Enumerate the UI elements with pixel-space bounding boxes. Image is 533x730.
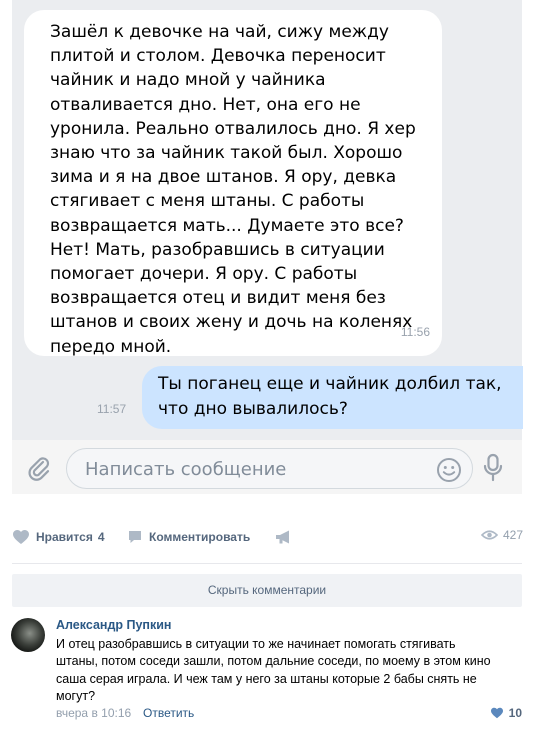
- comment-label: Комментировать: [149, 530, 251, 544]
- post-actions-bar: Нравится 4 Комментировать 427: [0, 520, 533, 552]
- comment-like-count: 10: [508, 706, 522, 720]
- message-line: помогает дочери. Я ору. С работы: [50, 264, 358, 285]
- megaphone-icon: [276, 530, 289, 544]
- message-line: передо мной.: [50, 336, 172, 357]
- message-line: возвращается мать... Думаете это все?: [50, 215, 404, 236]
- heart-icon: [490, 707, 503, 719]
- comment-button[interactable]: Комментировать: [127, 528, 250, 546]
- message-composer: Написать сообщение: [12, 440, 522, 494]
- like-count: 4: [97, 530, 105, 544]
- like-button[interactable]: Нравится 4: [12, 528, 105, 546]
- outgoing-message-bubble: Ты поганец еще и чайник долбил так, что …: [142, 366, 523, 429]
- comment-icon: [129, 531, 141, 543]
- paperclip-icon[interactable]: [26, 455, 52, 481]
- message-line: Ты поганец еще и чайник долбил так,: [158, 374, 502, 394]
- heart-icon: [13, 530, 29, 544]
- avatar[interactable]: [11, 618, 45, 652]
- message-line: стягивает с меня штаны. С работы: [50, 191, 365, 212]
- message-line: уронила. Реально отвалилось дно. Я хер: [50, 118, 416, 139]
- message-line: знаю что за чайник такой был. Хорошо: [50, 143, 403, 164]
- comment-text-line: штаны, потом соседи зашли, потом дальние…: [56, 654, 491, 669]
- outgoing-message-time: 11:57: [97, 402, 127, 416]
- divider: [12, 563, 522, 564]
- comment-like-button[interactable]: 10: [490, 706, 522, 720]
- message-line: что дно вывалилось?: [158, 398, 348, 419]
- message-input[interactable]: Написать сообщение: [66, 448, 473, 489]
- incoming-message-bubble: Зашёл к девочке на чай, сижу между плито…: [24, 10, 442, 357]
- like-label: Нравится: [36, 530, 93, 544]
- message-line: Зашёл к девочке на чай, сижу между: [50, 22, 389, 42]
- share-button[interactable]: [275, 528, 299, 546]
- message-line: возвращается отец и видит меня без: [50, 288, 386, 309]
- message-line: Нет! Мать, разобравшись в ситуации: [50, 239, 385, 260]
- views-count: 427: [502, 528, 523, 542]
- microphone-icon[interactable]: [482, 453, 504, 483]
- comment-date[interactable]: вчера в 10:16: [56, 706, 131, 720]
- message-line: отваливается дно. Нет, она его не: [50, 94, 361, 115]
- emoji-icon[interactable]: [436, 457, 462, 483]
- comment-text-line: саша серая играла. И чеж там у него за ш…: [56, 671, 477, 686]
- reply-button[interactable]: Ответить: [143, 706, 194, 720]
- message-line: чайник и надо мной у чайника: [50, 70, 326, 91]
- views-counter: 427: [480, 528, 523, 542]
- comment-text-line: могут?: [56, 688, 96, 703]
- eye-icon: [480, 530, 498, 540]
- chat-screenshot: Зашёл к девочке на чай, сижу между плито…: [12, 0, 523, 440]
- comment-text-line: И отец разобравшись в ситуации то же нач…: [56, 637, 456, 651]
- hide-comments-button[interactable]: Скрыть комментарии: [12, 574, 522, 607]
- comment-text: И отец разобравшись в ситуации то же нач…: [56, 636, 518, 705]
- message-line: плитой и столом. Девочка переносит: [50, 46, 386, 67]
- incoming-message-time: 11:56: [400, 324, 430, 339]
- message-line: зима и я на двое штанов. Я ору, девка: [50, 167, 397, 188]
- comment-author[interactable]: Александр Пупкин: [56, 618, 171, 632]
- message-input-placeholder: Написать сообщение: [85, 459, 287, 480]
- message-line: штанов и своих жену и дочь на коленях: [50, 312, 413, 333]
